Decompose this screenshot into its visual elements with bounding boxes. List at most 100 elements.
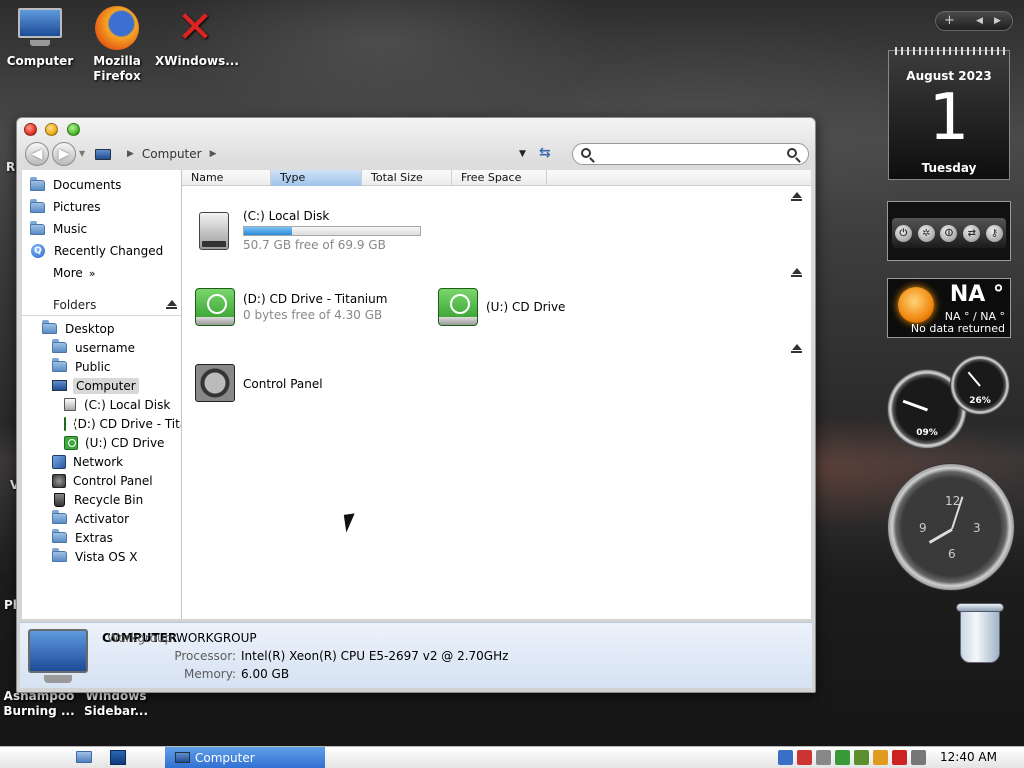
- tree-item-activator[interactable]: Activator: [22, 509, 181, 528]
- folder-icon[interactable]: [76, 751, 92, 763]
- tree-item-label: Vista OS X: [75, 549, 138, 564]
- clock-time[interactable]: 12:40 AM: [940, 750, 997, 764]
- collapse-group-icon[interactable]: [791, 344, 803, 354]
- tray-support-icon[interactable]: [873, 750, 888, 765]
- breadcrumb-computer[interactable]: Computer: [142, 147, 202, 161]
- drive-d[interactable]: (D:) CD Drive - Titanium 0 bytes free of…: [193, 286, 387, 328]
- details-pane: COMPUTER Workgroup:WORKGROUP Processor: I…: [20, 622, 812, 688]
- favorite-music[interactable]: Music: [22, 218, 181, 240]
- memory-value: 6.00 GB: [241, 667, 290, 681]
- workgroup-value: WORKGROUP: [176, 631, 257, 645]
- column-total-size[interactable]: Total Size: [362, 170, 452, 186]
- search-input[interactable]: [599, 146, 779, 162]
- next-icon[interactable]: ▶: [994, 16, 1001, 26]
- drive-c[interactable]: (C:) Local Disk 50.7 GB free of 69.9 GB: [193, 209, 421, 252]
- column-name[interactable]: Name: [182, 170, 271, 186]
- address-bar[interactable]: ▶ Computer ▶: [95, 144, 555, 164]
- search-box[interactable]: [572, 143, 809, 165]
- workgroup-label: Workgroup:: [107, 631, 177, 645]
- tray-update-icon[interactable]: [854, 750, 869, 765]
- forward-button[interactable]: ▶: [52, 142, 76, 166]
- tree-item-label: Network: [73, 454, 124, 469]
- previous-icon[interactable]: ◀: [976, 16, 983, 26]
- tree-item-network[interactable]: Network: [22, 452, 181, 471]
- add-gadget-icon[interactable]: +: [944, 13, 955, 28]
- minimize-button[interactable]: [45, 123, 58, 136]
- tree-item-cd-u[interactable]: (U:) CD Drive: [22, 433, 181, 452]
- tree-item-vista-os-x[interactable]: Vista OS X: [22, 547, 181, 566]
- brightness-icon[interactable]: ✲: [917, 224, 935, 242]
- drive-u[interactable]: (U:) CD Drive: [436, 286, 565, 328]
- folder-tree: Desktop username Public Computer (C:) Lo…: [22, 319, 181, 566]
- collapse-group-icon[interactable]: [791, 268, 803, 278]
- favorite-recently-changed[interactable]: Q Recently Changed: [22, 240, 181, 262]
- folders-header[interactable]: Folders: [22, 294, 181, 316]
- folder-icon: [30, 176, 45, 191]
- maximize-button[interactable]: [67, 123, 80, 136]
- favorite-more[interactable]: More »: [22, 262, 181, 284]
- column-headers: Name Type Total Size Free Space: [182, 170, 811, 186]
- recycle-bin-icon[interactable]: [956, 603, 1006, 665]
- column-free-space[interactable]: Free Space: [452, 170, 547, 186]
- collapse-group-icon[interactable]: [791, 192, 803, 202]
- folders-label: Folders: [53, 298, 97, 312]
- desktop-icon-xwindows[interactable]: ✕ XWindows...: [155, 6, 239, 69]
- desktop-icon-ashampoo[interactable]: Ashampoo Burning ...: [0, 689, 79, 719]
- desktop-partial-label: R: [6, 160, 16, 174]
- close-button[interactable]: [24, 123, 37, 136]
- recycle-bin-icon: [54, 492, 65, 507]
- search-go-icon[interactable]: [787, 148, 797, 158]
- tree-item-computer[interactable]: Computer: [22, 376, 181, 395]
- desktop-icon-computer[interactable]: Computer: [0, 6, 80, 69]
- lock-icon[interactable]: ⚷: [986, 224, 1004, 242]
- tree-item-recycle-bin[interactable]: Recycle Bin: [22, 490, 181, 509]
- memory-label: Memory:: [184, 667, 236, 681]
- switch-user-icon[interactable]: ⇄: [963, 224, 981, 242]
- mouse-cursor-icon: [343, 513, 358, 533]
- tray-keyboard-icon[interactable]: [816, 750, 831, 765]
- tree-item-label: (D:) CD Drive - Titanium: [73, 416, 181, 431]
- address-dropdown[interactable]: ▼: [519, 149, 526, 159]
- tree-item-extras[interactable]: Extras: [22, 528, 181, 547]
- calendar-rings: [895, 47, 1005, 55]
- tray-volume-icon[interactable]: [911, 750, 926, 765]
- clock-gadget[interactable]: 12 3 6 9: [887, 463, 1015, 591]
- tree-item-local-disk[interactable]: (C:) Local Disk: [22, 395, 181, 414]
- column-type[interactable]: Type: [271, 170, 362, 186]
- control-panel-item[interactable]: Control Panel: [193, 363, 323, 405]
- desktop-icon-label: Computer: [6, 54, 74, 68]
- calendar-day: 1: [928, 81, 970, 155]
- cd-drive-icon: [64, 416, 76, 431]
- tray-network-icon[interactable]: [778, 750, 793, 765]
- breadcrumb-chevron-icon[interactable]: ▶: [127, 149, 134, 159]
- clock-numeral: 3: [973, 521, 981, 535]
- taskbar-item-computer[interactable]: Computer: [165, 747, 325, 768]
- desktop-icon-firefox[interactable]: Mozilla Firefox: [77, 6, 157, 84]
- recent-pages-dropdown[interactable]: ▼: [79, 149, 85, 158]
- weather-gadget[interactable]: NA ° NA ° / NA ° No data returned: [887, 278, 1011, 338]
- app-launcher-icon[interactable]: [110, 750, 126, 765]
- back-button[interactable]: ◀: [25, 142, 49, 166]
- tree-item-label: Computer: [73, 377, 139, 394]
- memory-meter-gadget[interactable]: 26%: [950, 355, 1010, 415]
- cpu-meter-needle: [902, 399, 929, 412]
- tray-alert-icon[interactable]: [892, 750, 907, 765]
- tray-display-icon[interactable]: [797, 750, 812, 765]
- tray-security-icon[interactable]: [835, 750, 850, 765]
- tree-item-control-panel[interactable]: Control Panel: [22, 471, 181, 490]
- calendar-gadget[interactable]: August 2023 1 Tuesday: [888, 47, 1010, 180]
- desktop-icon-sidebar[interactable]: Windows Sidebar...: [76, 689, 156, 719]
- favorite-pictures[interactable]: Pictures: [22, 196, 181, 218]
- folder-icon: [52, 358, 67, 372]
- refresh-button[interactable]: ⇆: [539, 145, 551, 161]
- breadcrumb-chevron-icon[interactable]: ▶: [210, 149, 217, 159]
- tree-item-desktop[interactable]: Desktop: [22, 319, 181, 338]
- tree-item-username[interactable]: username: [22, 338, 181, 357]
- favorite-documents[interactable]: Documents: [22, 174, 181, 196]
- collapse-icon[interactable]: [166, 300, 178, 312]
- explorer-window: ◀ ▶ ▼ ▶ Computer ▶ ▼ ⇆ Documents Picture…: [16, 117, 816, 693]
- shutdown-icon[interactable]: ⏼: [940, 224, 958, 242]
- tree-item-cd-titanium[interactable]: (D:) CD Drive - Titanium: [22, 414, 181, 433]
- tree-item-public[interactable]: Public: [22, 357, 181, 376]
- power-icon[interactable]: ⏻: [894, 224, 912, 242]
